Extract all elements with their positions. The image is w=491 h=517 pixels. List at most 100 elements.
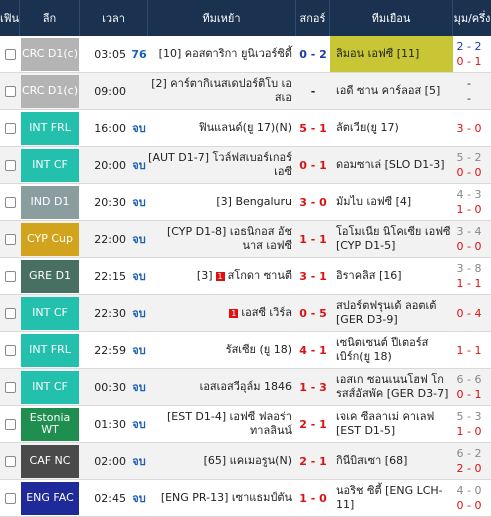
match-status[interactable]: จบ: [132, 452, 145, 470]
away-team[interactable]: เอดี ซาน คาร์ลอส [5]: [330, 73, 453, 109]
favorite-checkbox[interactable]: [4, 418, 16, 430]
header-league: ลีก: [20, 0, 80, 36]
match-score[interactable]: 0 - 5: [296, 295, 330, 331]
home-team[interactable]: 1 เอสซี เวิร์ล: [148, 295, 296, 331]
half-score: 0 - 0: [456, 166, 482, 179]
favorite-checkbox[interactable]: [4, 344, 16, 356]
match-score[interactable]: -: [296, 73, 330, 109]
favorite-checkbox[interactable]: [4, 233, 16, 245]
match-status[interactable]: จบ: [132, 304, 145, 322]
away-team[interactable]: อิราคลิส [16]: [330, 258, 453, 294]
match-score[interactable]: 0 - 2: [296, 36, 330, 72]
favorite-checkbox[interactable]: [4, 455, 16, 467]
match-score[interactable]: 2 - 1: [296, 406, 330, 442]
favorite-checkbox[interactable]: [4, 48, 16, 60]
favorite-checkbox[interactable]: [4, 122, 16, 134]
match-status[interactable]: จบ: [132, 193, 145, 211]
match-score[interactable]: 3 - 1: [296, 258, 330, 294]
corner-count: 2 - 2: [456, 40, 482, 53]
away-team[interactable]: นอริช ซิตี้ [ENG LCH-11]: [330, 480, 453, 516]
home-team[interactable]: [2] คาร์ตากิเนสเดปอร์ติโบ เอสเอ: [148, 73, 296, 109]
half-score: 3 - 0: [456, 121, 482, 135]
match-time: 02:45: [94, 491, 126, 505]
half-score: 0 - 0: [456, 499, 482, 512]
league-badge[interactable]: INT CF: [21, 370, 79, 404]
favorite-checkbox[interactable]: [4, 307, 16, 319]
match-score[interactable]: 5 - 1: [296, 110, 330, 146]
match-status[interactable]: จบ: [132, 267, 145, 285]
match-status[interactable]: จบ: [132, 156, 145, 174]
league-badge[interactable]: CRC D1(c): [21, 37, 79, 71]
half-score: 0 - 4: [456, 306, 482, 320]
home-team[interactable]: [ENG PR-13] เซาแธมป์ตัน: [148, 480, 296, 516]
match-status[interactable]: จบ: [132, 230, 145, 248]
half-score: 2 - 0: [456, 462, 482, 475]
away-team[interactable]: เซนิตเซนต์ ปีเตอร์สเบิร์ก(ยู 18): [330, 332, 453, 368]
table-header: เฟิน ลีก เวลา ทีมเหย้า สกอร์ ทีมเยือน มุ…: [0, 0, 491, 36]
favorite-checkbox[interactable]: [4, 196, 16, 208]
home-team[interactable]: [3] Bengaluru: [148, 184, 296, 220]
favorite-checkbox[interactable]: [4, 492, 16, 504]
favorite-checkbox[interactable]: [4, 381, 16, 393]
favorite-checkbox[interactable]: [4, 85, 16, 97]
home-team[interactable]: ฟินแลนด์(ยู 17)(N): [148, 110, 296, 146]
corner-count: 4 - 0: [456, 484, 482, 497]
league-badge[interactable]: CYP Cup: [21, 222, 79, 256]
league-badge[interactable]: INT FRL: [21, 111, 79, 145]
away-team[interactable]: เจเค ซีลลาเม่ คาเลฟ [EST D1-5]: [330, 406, 453, 442]
header-home: ทีมเหย้า: [148, 0, 296, 36]
half-score: 0 - 0: [456, 240, 482, 253]
away-team[interactable]: ดอมซาเล่ [SLO D1-3]: [330, 147, 453, 183]
match-score[interactable]: 1 - 3: [296, 369, 330, 405]
match-score[interactable]: 3 - 0: [296, 184, 330, 220]
table-row: CYP Cup 22:00 จบ [CYP D1-8] เอธนิกอส อัช…: [0, 221, 491, 258]
league-badge[interactable]: INT CF: [21, 296, 79, 330]
table-row: CRC D1(c) 09:00 [2] คาร์ตากิเนสเดปอร์ติโ…: [0, 73, 491, 110]
league-badge[interactable]: CAF NC: [21, 444, 79, 478]
header-away: ทีมเยือน: [330, 0, 453, 36]
home-team[interactable]: รัสเซีย (ยู 18): [148, 332, 296, 368]
half-score: 1 - 1: [456, 343, 482, 357]
match-status[interactable]: จบ: [132, 341, 145, 359]
match-score[interactable]: 1 - 0: [296, 480, 330, 516]
favorite-checkbox[interactable]: [4, 159, 16, 171]
match-score[interactable]: 1 - 1: [296, 221, 330, 257]
league-badge[interactable]: GRE D1: [21, 259, 79, 293]
away-team[interactable]: ลัตเวีย(ยู 17): [330, 110, 453, 146]
home-team[interactable]: [EST D1-4] เอฟซี ฟลอร่า ทาลลินน์: [148, 406, 296, 442]
match-status[interactable]: จบ: [132, 119, 145, 137]
away-team[interactable]: กินีบิสเซา [68]: [330, 443, 453, 479]
home-team[interactable]: [CYP D1-8] เอธนิกอส อัชนาส เอฟซี: [148, 221, 296, 257]
header-corner: มุม/ครึ่ง: [453, 12, 491, 25]
match-score[interactable]: 0 - 1: [296, 147, 330, 183]
league-badge[interactable]: IND D1: [21, 185, 79, 219]
away-team[interactable]: โอโมเนีย นิโคเซีย เอฟซี [CYP D1-5]: [330, 221, 453, 257]
table-row: INT FRL 22:59 จบ รัสเซีย (ยู 18) 4 - 1 เ…: [0, 332, 491, 369]
home-team[interactable]: [10] คอสตาริกา ยูนิเวอร์ซิดี้: [148, 36, 296, 72]
league-badge[interactable]: INT FRL: [21, 333, 79, 367]
home-team[interactable]: [3] 1 สโกดา ซานตี: [148, 258, 296, 294]
league-badge[interactable]: INT CF: [21, 148, 79, 182]
half-score: 1 - 0: [456, 425, 482, 438]
away-team[interactable]: ลิมอน เอฟซี [11]: [330, 36, 453, 72]
match-status[interactable]: จบ: [132, 489, 145, 507]
match-score[interactable]: 4 - 1: [296, 332, 330, 368]
corner-count: 6 - 6: [456, 373, 482, 386]
league-badge[interactable]: CRC D1(c): [21, 74, 79, 108]
away-team[interactable]: สปอร์ตฟรุนเด้ ลอตเต้ [GER D3-9]: [330, 295, 453, 331]
half-score: 1 - 1: [456, 277, 482, 290]
match-status[interactable]: จบ: [132, 415, 145, 433]
league-badge[interactable]: ENG FAC: [21, 481, 79, 515]
header-fav: เฟิน: [0, 0, 20, 36]
home-team[interactable]: เอสเอสวีอุล์ม 1846: [148, 369, 296, 405]
home-team[interactable]: [AUT D1-7] โวล์ฟสเบอร์เกอร์ เอซี: [148, 147, 296, 183]
away-team[interactable]: มัมไบ เอฟซี [4]: [330, 184, 453, 220]
match-score[interactable]: 2 - 1: [296, 443, 330, 479]
league-badge[interactable]: Estonia WT: [21, 407, 79, 441]
away-team[interactable]: เอสเก ซอนเนนโฮฟ โกรสส์อัสพัค [GER D3-7]: [330, 369, 453, 405]
match-time: 22:30: [94, 306, 126, 320]
match-status[interactable]: จบ: [132, 378, 145, 396]
favorite-checkbox[interactable]: [4, 270, 16, 282]
home-team[interactable]: [65] แคเมอรูน(N): [148, 443, 296, 479]
match-status[interactable]: 76: [131, 48, 146, 61]
